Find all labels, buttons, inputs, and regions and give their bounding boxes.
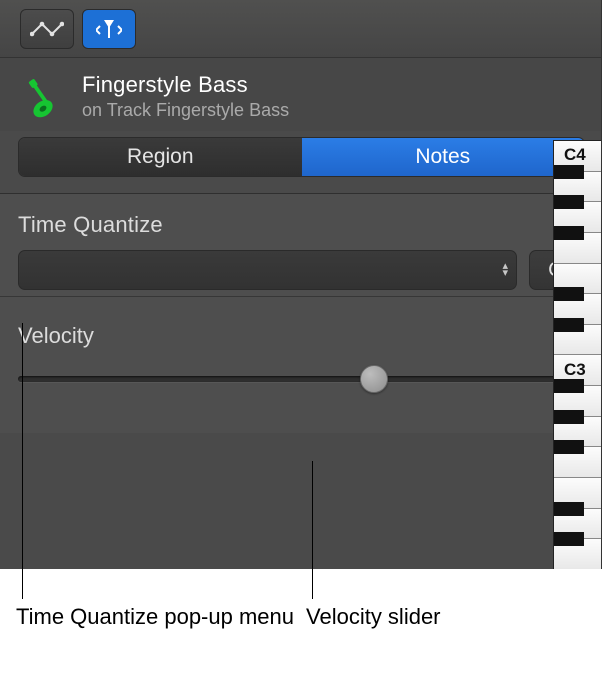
- region-subtitle: on Track Fingerstyle Bass: [82, 100, 289, 121]
- region-title: Fingerstyle Bass: [82, 72, 289, 98]
- piano-black-key[interactable]: [554, 440, 584, 454]
- piano-black-key[interactable]: [554, 195, 584, 209]
- automation-tool-button[interactable]: [20, 9, 74, 49]
- catch-playhead-icon: [96, 18, 122, 40]
- callout-velocity: Velocity slider: [306, 603, 441, 631]
- callout-quantize: Time Quantize pop-up menu: [16, 603, 294, 631]
- piano-black-key[interactable]: [554, 226, 584, 240]
- piano-black-key[interactable]: [554, 410, 584, 424]
- callout-line: [312, 461, 313, 599]
- piano-black-key[interactable]: [554, 318, 584, 332]
- slider-track: [18, 376, 583, 382]
- inspector-panel: Fingerstyle Bass on Track Fingerstyle Ba…: [0, 0, 602, 569]
- time-quantize-popup[interactable]: ▴▾: [18, 250, 517, 290]
- toolbar: [0, 0, 601, 58]
- piano-black-key[interactable]: [554, 502, 584, 516]
- velocity-label: Velocity: [18, 323, 94, 349]
- piano-ruler[interactable]: C4 C3: [553, 140, 601, 569]
- velocity-slider[interactable]: [18, 365, 583, 393]
- automation-icon: [30, 20, 64, 38]
- velocity-section: Velocity 80: [0, 296, 601, 433]
- tab-region[interactable]: Region: [19, 138, 302, 176]
- callout-line: [22, 323, 23, 599]
- piano-black-key[interactable]: [554, 287, 584, 301]
- catch-playhead-button[interactable]: [82, 9, 136, 49]
- inspector-mode-tabs: Region Notes: [18, 137, 585, 177]
- slider-thumb[interactable]: [360, 365, 388, 393]
- octave-label: C3: [564, 360, 586, 380]
- track-header: Fingerstyle Bass on Track Fingerstyle Ba…: [0, 58, 601, 131]
- annotations: Time Quantize pop-up menu Velocity slide…: [0, 569, 602, 684]
- stepper-icon: ▴▾: [502, 263, 508, 277]
- octave-label: C4: [564, 145, 586, 165]
- piano-black-key[interactable]: [554, 165, 584, 179]
- bass-guitar-icon: [20, 73, 68, 121]
- piano-black-key[interactable]: [554, 379, 584, 393]
- piano-black-key[interactable]: [554, 532, 584, 546]
- tab-notes[interactable]: Notes: [302, 138, 585, 176]
- quantize-label: Time Quantize: [18, 212, 583, 238]
- quantize-section: Time Quantize ▴▾ Q: [0, 194, 601, 296]
